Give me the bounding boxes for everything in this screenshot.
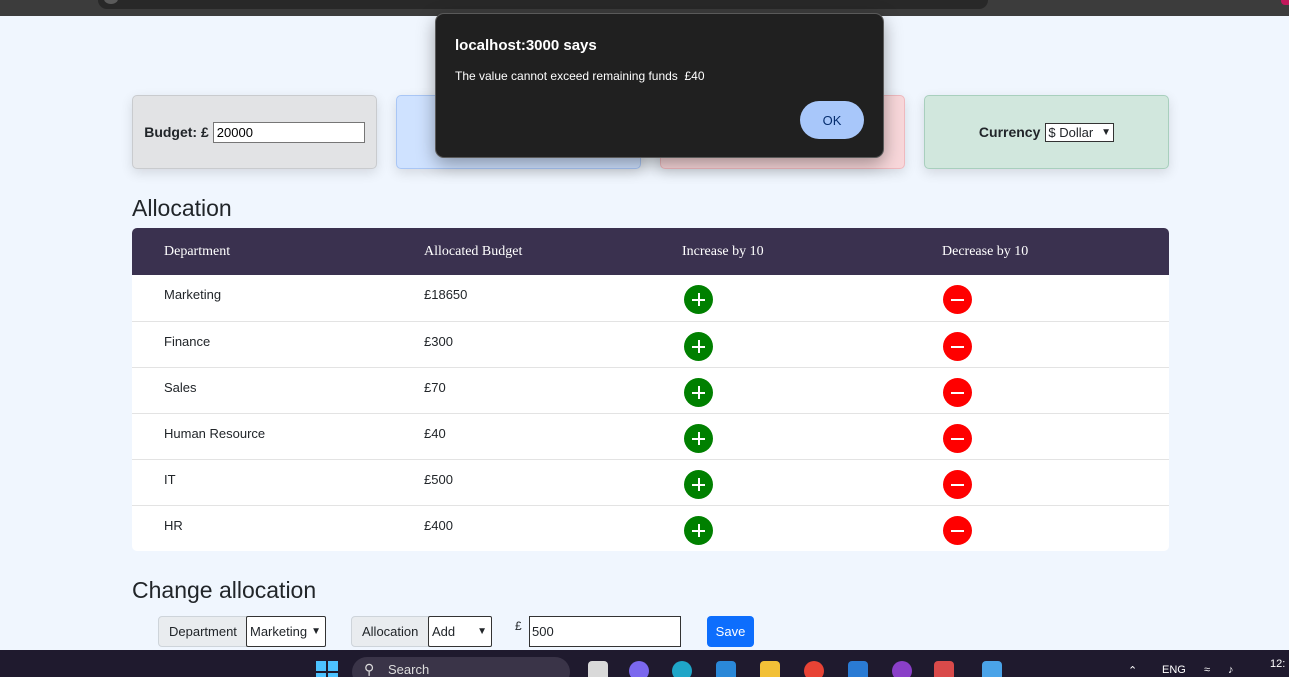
plus-icon-vertical	[697, 340, 700, 353]
column-header-allocated-budget: Allocated Budget	[424, 244, 523, 259]
dialog-message: The value cannot exceed remaining funds …	[455, 69, 705, 83]
column-header-decrease: Decrease by 10	[942, 244, 1029, 259]
department-cell: Marketing	[164, 287, 222, 302]
clock[interactable]: 12:	[1270, 658, 1285, 670]
notepad-icon[interactable]	[982, 661, 1002, 677]
minus-icon	[951, 483, 964, 486]
chevron-down-icon: ▼	[1101, 126, 1112, 138]
table-header: Department Allocated Budget Increase by …	[132, 228, 1169, 275]
profile-icon[interactable]	[1281, 0, 1289, 5]
column-header-increase: Increase by 10	[682, 244, 764, 259]
decrease-button[interactable]	[943, 424, 972, 453]
department-cell: Finance	[164, 334, 211, 349]
plus-icon-vertical	[697, 386, 700, 399]
minus-icon	[951, 345, 964, 348]
table-row: Marketing £18650	[132, 275, 1169, 321]
currency-select[interactable]: $ Dollar ▼	[1045, 122, 1115, 142]
minus-icon	[951, 391, 964, 394]
currency-selected-value: $ Dollar	[1048, 124, 1094, 140]
vscode-icon[interactable]	[848, 661, 868, 677]
change-allocation-heading: Change allocation	[132, 577, 317, 603]
minus-icon	[951, 529, 964, 532]
budget-input[interactable]	[212, 121, 365, 143]
table-row: Finance £300	[132, 321, 1169, 367]
chevron-up-icon[interactable]: ⌃	[1128, 664, 1137, 677]
increase-button[interactable]	[684, 378, 713, 407]
increase-button[interactable]	[684, 332, 713, 361]
minus-icon	[951, 437, 964, 440]
budget-cell: £400	[424, 518, 453, 533]
wifi-icon[interactable]: ≈	[1204, 664, 1210, 676]
alert-dialog: localhost:3000 says The value cannot exc…	[435, 13, 884, 158]
budget-cell: £40	[424, 426, 446, 441]
chevron-down-icon: ▼	[477, 626, 487, 637]
department-select[interactable]: Marketing ▼	[246, 616, 326, 647]
department-cell: Human Resource	[164, 426, 266, 441]
department-label: Department	[158, 616, 247, 647]
plus-icon-vertical	[697, 432, 700, 445]
decrease-button[interactable]	[943, 332, 972, 361]
taskbar-search[interactable]: ⚲ Search	[352, 657, 570, 677]
plus-icon-vertical	[697, 478, 700, 491]
increase-button[interactable]	[684, 470, 713, 499]
currency-card: Currency $ Dollar ▼	[924, 95, 1169, 169]
amount-input[interactable]: 500	[529, 616, 681, 647]
decrease-button[interactable]	[943, 285, 972, 314]
app-icon[interactable]	[934, 661, 954, 677]
budget-cell: £70	[424, 380, 446, 395]
save-button[interactable]: Save	[707, 616, 754, 647]
chevron-down-icon: ▼	[311, 626, 321, 637]
windows-start-icon[interactable]	[316, 661, 338, 677]
budget-cell: £300	[424, 334, 453, 349]
taskbar-search-label: Search	[388, 662, 430, 677]
increase-button[interactable]	[684, 285, 713, 314]
edge-icon[interactable]	[672, 661, 692, 677]
column-header-department: Department	[164, 244, 231, 259]
search-icon: ⚲	[364, 661, 375, 677]
budget-cell: £500	[424, 472, 453, 487]
table-row: Human Resource £40	[132, 413, 1169, 459]
table-row: Sales £70	[132, 367, 1169, 413]
allocation-type-select[interactable]: Add ▼	[428, 616, 492, 647]
amount-value: 500	[532, 624, 554, 639]
decrease-button[interactable]	[943, 470, 972, 499]
table-row: IT £500	[132, 459, 1169, 505]
allocation-type-selected-value: Add	[432, 624, 456, 639]
dialog-title: localhost:3000 says	[455, 37, 597, 54]
store-icon[interactable]	[716, 661, 736, 677]
increase-button[interactable]	[684, 424, 713, 453]
decrease-button[interactable]	[943, 516, 972, 545]
currency-label: Currency	[978, 124, 1041, 140]
minus-icon	[951, 298, 964, 301]
language-indicator[interactable]: ENG	[1162, 664, 1186, 676]
plus-icon-vertical	[697, 524, 700, 537]
department-cell: Sales	[164, 380, 197, 395]
chat-icon[interactable]	[629, 661, 649, 677]
department-cell: HR	[164, 518, 183, 533]
allocation-table: Department Allocated Budget Increase by …	[132, 228, 1169, 551]
increase-button[interactable]	[684, 516, 713, 545]
file-explorer-icon[interactable]	[760, 661, 780, 677]
table-row: HR £400	[132, 505, 1169, 551]
chrome-icon[interactable]	[804, 661, 824, 677]
decrease-button[interactable]	[943, 378, 972, 407]
github-desktop-icon[interactable]	[892, 661, 912, 677]
budget-card: Budget: £	[132, 95, 377, 169]
department-selected-value: Marketing	[250, 624, 308, 639]
volume-icon[interactable]: ♪	[1228, 664, 1234, 676]
budget-label: Budget: £	[144, 124, 209, 140]
address-bar[interactable]	[98, 0, 988, 9]
department-cell: IT	[164, 472, 176, 487]
task-view-icon[interactable]	[588, 661, 608, 677]
plus-icon-vertical	[697, 293, 700, 306]
budget-cell: £18650	[424, 287, 468, 302]
taskbar: ⚲ Search ⌃ ENG ≈ ♪ 12:	[0, 650, 1289, 677]
allocation-heading: Allocation	[132, 195, 232, 221]
currency-symbol: £	[515, 619, 522, 633]
allocation-type-label: Allocation	[351, 616, 429, 647]
ok-button[interactable]: OK	[800, 101, 864, 139]
